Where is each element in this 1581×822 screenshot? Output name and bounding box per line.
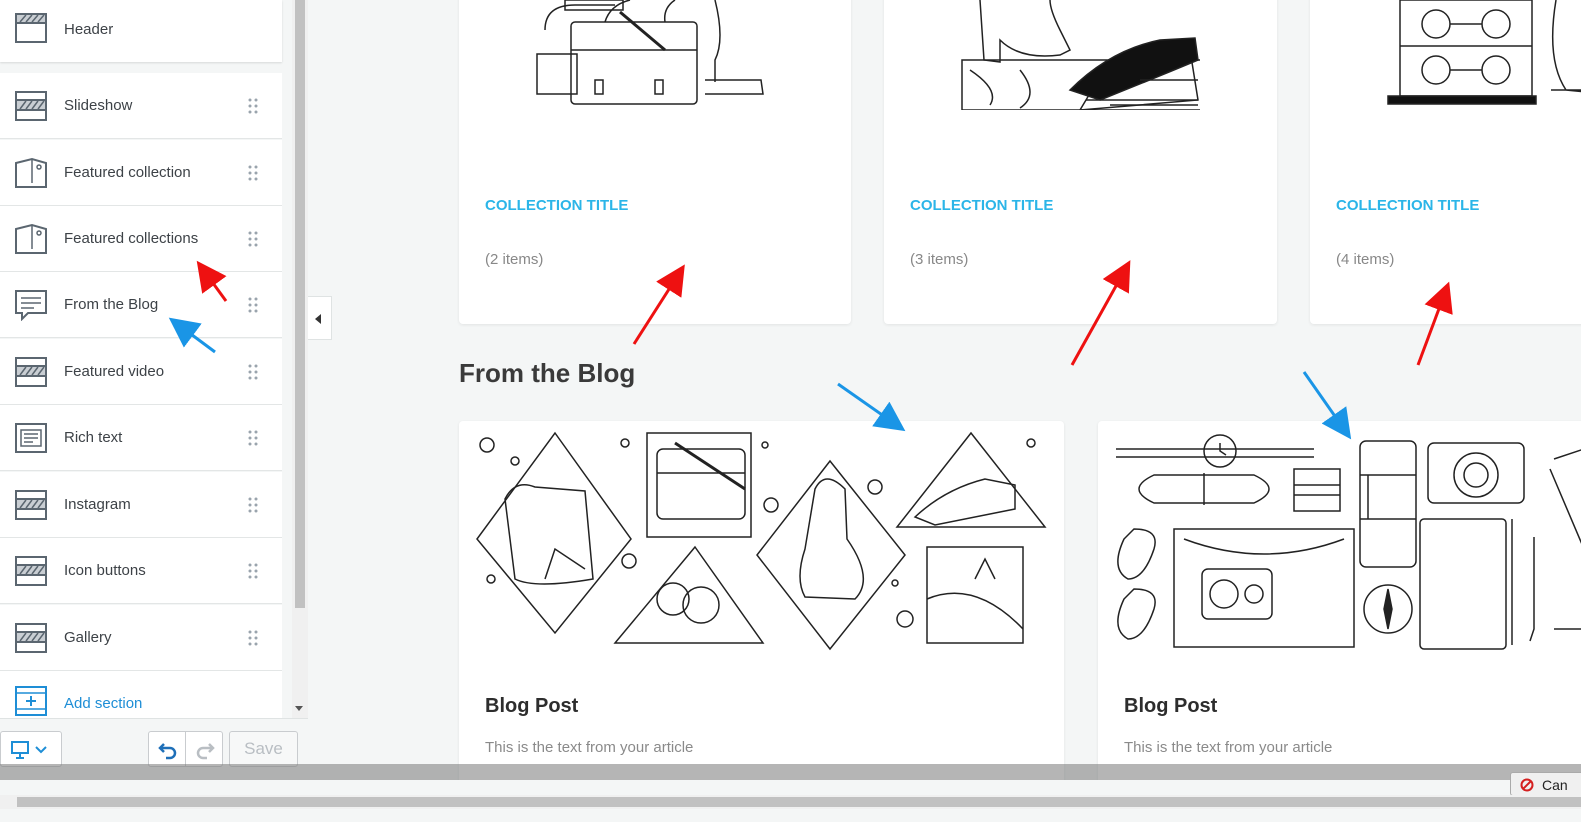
section-label: Slideshow <box>64 97 133 114</box>
icon-buttons-section-icon <box>15 556 47 586</box>
header-section-icon <box>15 13 47 43</box>
section-label: Featured video <box>64 363 165 380</box>
drag-handle-icon[interactable] <box>246 230 260 248</box>
section-item-header[interactable]: Header <box>0 0 282 62</box>
fashion-collage-illustration <box>476 431 1047 651</box>
slideshow-section-icon <box>15 91 47 121</box>
drag-handle-icon[interactable] <box>246 164 260 182</box>
glasses-illustration <box>1387 0 1581 105</box>
redo-button[interactable] <box>185 731 223 767</box>
blog-post-card[interactable]: Blog Post This is the text from your art… <box>459 421 1064 780</box>
section-item-featured-video[interactable]: Featured video <box>0 339 282 405</box>
theme-sections-sidebar: Header Slideshow Featured collection Fea… <box>0 0 308 780</box>
section-item-gallery[interactable]: Gallery <box>0 605 282 671</box>
collection-title[interactable]: COLLECTION TITLE <box>1336 197 1479 214</box>
section-label: Header <box>64 21 114 38</box>
collection-item-count: (3 items) <box>910 251 969 268</box>
drag-handle-icon[interactable] <box>246 363 260 381</box>
device-preview-button[interactable] <box>0 731 62 767</box>
drag-handle-icon[interactable] <box>246 97 260 115</box>
drag-handle-icon[interactable] <box>246 429 260 447</box>
desktop-monitor-icon <box>11 741 47 759</box>
cancel-label: Can <box>1542 777 1568 793</box>
blog-comment-icon <box>15 290 47 321</box>
collection-item-count: (4 items) <box>1336 251 1395 268</box>
collection-card[interactable]: COLLECTION TITLE (4 items) <box>1310 0 1581 324</box>
collection-item-count: (2 items) <box>485 251 544 268</box>
section-label: Instagram <box>64 496 131 513</box>
collection-title[interactable]: COLLECTION TITLE <box>910 197 1053 214</box>
bags-illustration <box>536 0 764 105</box>
drag-handle-icon[interactable] <box>246 629 260 647</box>
collection-tag-icon <box>15 223 47 254</box>
collection-card[interactable]: COLLECTION TITLE (3 items) <box>884 0 1277 324</box>
section-item-featured-collection[interactable]: Featured collection <box>0 140 282 206</box>
rich-text-icon <box>15 423 47 453</box>
sidebar-scrollbar[interactable] <box>292 0 308 718</box>
section-item-slideshow[interactable]: Slideshow <box>0 73 282 139</box>
scrollbar-thumb[interactable] <box>295 0 305 608</box>
redo-icon <box>196 743 215 760</box>
shoes-illustration <box>961 0 1200 110</box>
instagram-section-icon <box>15 490 47 520</box>
collection-tag-icon <box>15 157 47 188</box>
section-label: Gallery <box>64 629 112 646</box>
add-section-icon <box>15 686 47 716</box>
blog-post-excerpt: This is the text from your article <box>1124 739 1333 756</box>
collection-title[interactable]: COLLECTION TITLE <box>485 197 628 214</box>
section-item-instagram[interactable]: Instagram <box>0 472 282 538</box>
horizontal-scrollbar-thumb[interactable] <box>17 797 1581 807</box>
blog-post-card[interactable]: Blog Post This is the text from your art… <box>1098 421 1581 780</box>
section-item-featured-collections[interactable]: Featured collections <box>0 206 282 272</box>
video-section-icon <box>15 357 47 387</box>
section-item-rich-text[interactable]: Rich text <box>0 405 282 471</box>
scroll-down-arrow-icon[interactable] <box>295 706 303 711</box>
blog-section-heading: From the Blog <box>459 358 636 388</box>
blog-post-title[interactable]: Blog Post <box>485 695 578 718</box>
travel-gear-illustration <box>1116 434 1581 650</box>
add-section-button[interactable]: Add section <box>0 671 282 721</box>
blog-post-title[interactable]: Blog Post <box>1124 695 1217 718</box>
drag-handle-icon[interactable] <box>246 296 260 314</box>
save-button[interactable]: Save <box>229 731 298 767</box>
section-label: Featured collection <box>64 164 191 181</box>
horizontal-scrollbar[interactable] <box>0 795 1581 809</box>
section-label: Rich text <box>64 429 123 446</box>
section-item-from-the-blog[interactable]: From the Blog <box>0 272 282 338</box>
blog-post-excerpt: This is the text from your article <box>485 739 694 756</box>
no-entry-icon <box>1520 778 1534 792</box>
modal-overlay-strip <box>0 764 1581 780</box>
undo-icon <box>158 743 177 760</box>
cancel-button[interactable]: Can <box>1510 772 1581 796</box>
gallery-section-icon <box>15 623 47 653</box>
drag-handle-icon[interactable] <box>246 562 260 580</box>
section-label: From the Blog <box>64 296 159 313</box>
theme-preview: COLLECTION TITLE (2 items) COLLECTION TI… <box>308 0 1581 780</box>
collection-card[interactable]: COLLECTION TITLE (2 items) <box>459 0 851 324</box>
section-item-icon-buttons[interactable]: Icon buttons <box>0 538 282 604</box>
section-label: Icon buttons <box>64 562 146 579</box>
undo-button[interactable] <box>148 731 186 767</box>
section-label: Featured collections <box>64 230 199 247</box>
drag-handle-icon[interactable] <box>246 496 260 514</box>
